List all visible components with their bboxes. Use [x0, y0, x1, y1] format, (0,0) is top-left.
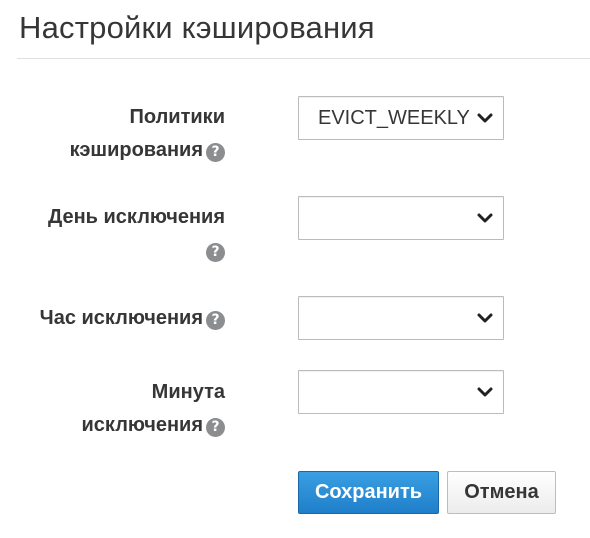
chevron-down-icon	[477, 313, 493, 323]
eviction-minute-label-line2: исключения	[81, 414, 203, 436]
eviction-hour-select[interactable]	[298, 296, 504, 340]
eviction-minute-select[interactable]	[298, 370, 504, 414]
question-circle-icon[interactable]: ?	[206, 418, 225, 437]
eviction-minute-label: Минута исключения?	[82, 376, 225, 442]
cache-policy-select[interactable]: EVICT_WEEKLY	[298, 96, 504, 140]
save-button[interactable]: Сохранить	[298, 471, 439, 514]
cache-policy-label-line1: Политики	[129, 106, 226, 128]
cache-policy-label: Политики кэширования?	[70, 101, 225, 167]
cache-policy-select-value: EVICT_WEEKLY	[318, 107, 470, 129]
chevron-down-icon	[477, 113, 493, 123]
eviction-hour-label: Час исключения?	[40, 302, 225, 335]
eviction-day-label: День исключения ?	[48, 201, 225, 267]
title-divider	[17, 58, 590, 59]
question-circle-icon[interactable]: ?	[206, 143, 225, 162]
eviction-hour-label-line1: Час исключения	[39, 307, 203, 329]
cache-policy-label-line2: кэширования	[69, 139, 203, 161]
cancel-button[interactable]: Отмена	[447, 471, 556, 514]
eviction-day-select[interactable]	[298, 196, 504, 240]
eviction-day-label-line1: День исключения	[47, 206, 225, 228]
chevron-down-icon	[477, 387, 493, 397]
question-circle-icon[interactable]: ?	[206, 311, 225, 330]
page-title: Настройки кэширования	[19, 10, 375, 45]
question-circle-icon[interactable]: ?	[206, 243, 225, 262]
eviction-minute-label-line1: Минута	[151, 381, 225, 403]
chevron-down-icon	[477, 213, 493, 223]
